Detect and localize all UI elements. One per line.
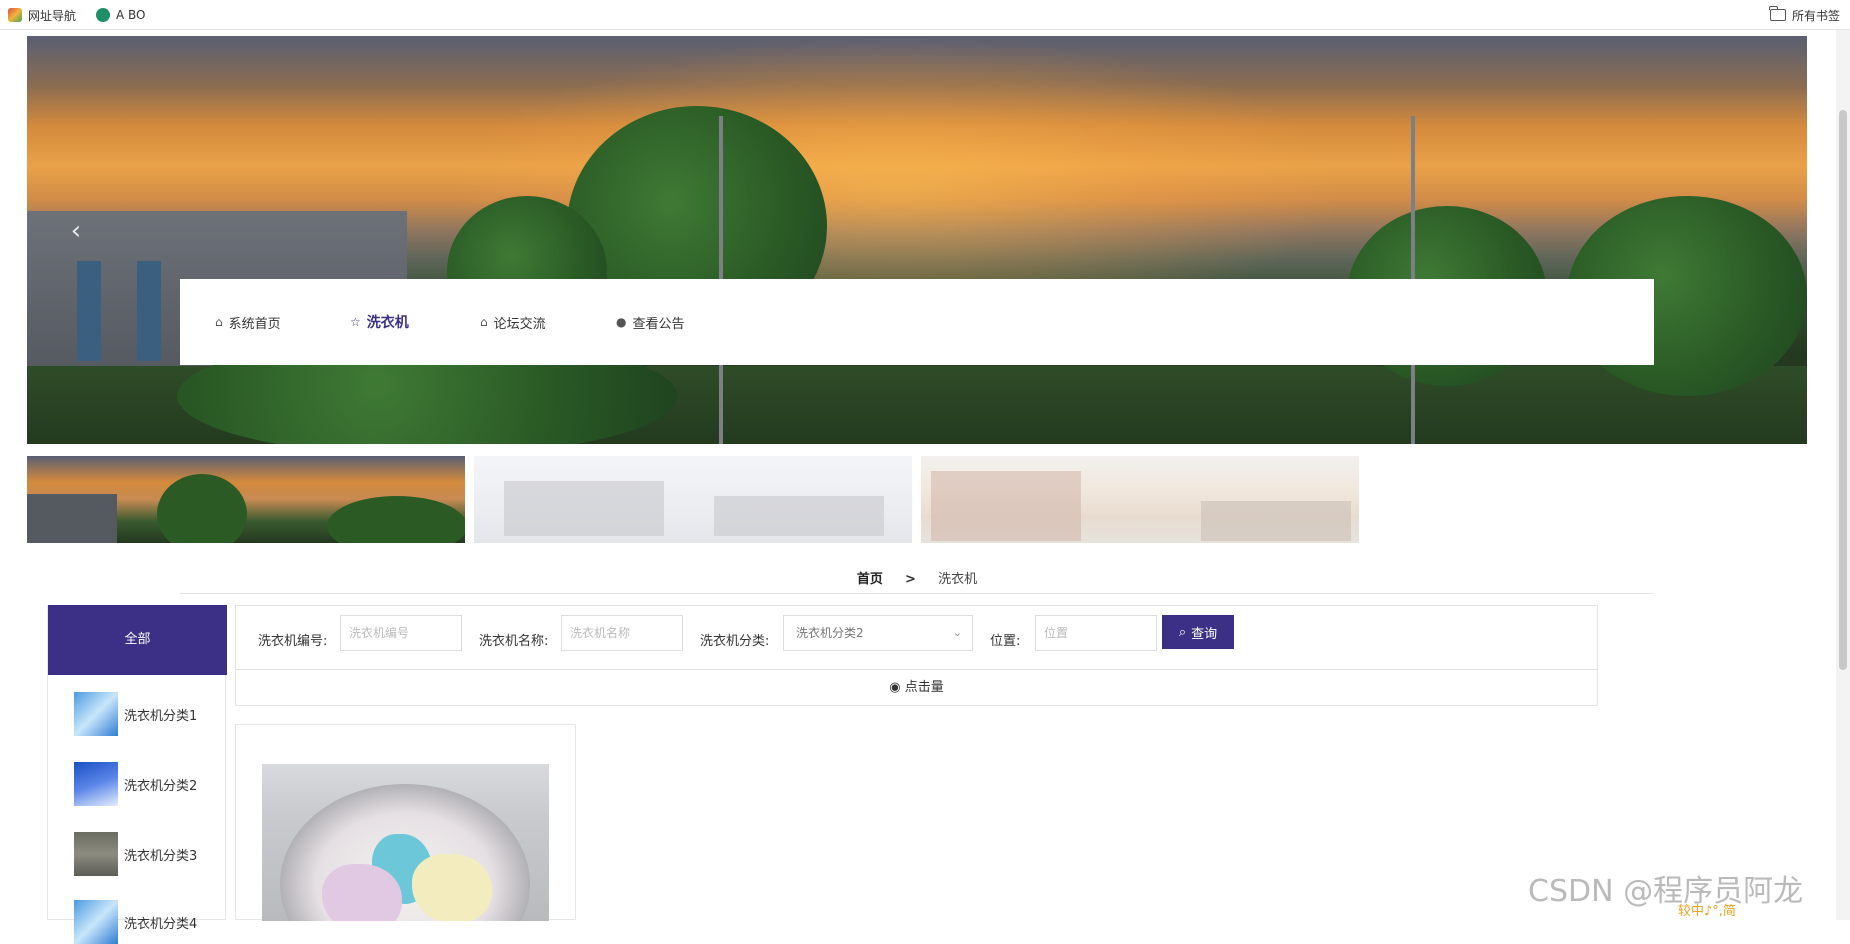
sort-label: 点击量	[904, 680, 944, 695]
category-thumbnail	[74, 900, 118, 944]
category-item-1[interactable]: 洗衣机分类1	[74, 692, 224, 736]
category-item-4[interactable]: 洗衣机分类4	[74, 900, 224, 944]
carousel-thumbnail-3[interactable]	[921, 456, 1359, 543]
category-thumbnail	[74, 692, 118, 736]
nav-item-label: 洗衣机	[366, 315, 409, 331]
product-image	[262, 764, 549, 921]
number-label: 洗衣机编号:	[258, 634, 328, 649]
breadcrumb: 首页 > 洗衣机	[180, 568, 1654, 594]
category-select-value: 洗衣机分类2	[796, 626, 864, 640]
category-label: 洗衣机分类3	[124, 848, 198, 864]
bookmark-a-bo[interactable]: A BO	[96, 7, 146, 23]
name-label: 洗衣机名称:	[479, 634, 549, 649]
app-icon	[96, 8, 110, 22]
nav-item-label: 查看公告	[632, 316, 685, 332]
category-select[interactable]: 洗衣机分类2 ⌄	[783, 615, 973, 651]
search-panel: 洗衣机编号: 洗衣机名称: 洗衣机分类: 洗衣机分类2 ⌄ 位置: ⌕ 查询 ◉…	[235, 605, 1598, 706]
nav-item-notice[interactable]: ● 查看公告	[616, 313, 685, 332]
product-card[interactable]	[235, 724, 576, 921]
breadcrumb-separator: >	[905, 572, 916, 587]
chevron-down-icon: ⌄	[952, 626, 962, 639]
page-scrollbar[interactable]	[1836, 30, 1850, 920]
bookmark-label: 网址导航	[28, 8, 77, 23]
search-filters: 洗衣机编号: 洗衣机名称: 洗衣机分类: 洗衣机分类2 ⌄ 位置: ⌕ 查询	[236, 606, 1597, 670]
search-icon: ⌕	[1178, 624, 1187, 640]
carousel-prev-button[interactable]: ‹	[63, 216, 89, 246]
query-button[interactable]: ⌕ 查询	[1162, 615, 1234, 649]
carousel-next-button[interactable]: ›	[1803, 216, 1807, 246]
category-label: 洗衣机分类:	[700, 634, 770, 649]
category-sidebar: 全部 洗衣机分类1 洗衣机分类2 洗衣机分类3 洗衣机分类4	[47, 605, 227, 944]
location-label: 位置:	[990, 634, 1021, 649]
bookmark-label: A BO	[116, 8, 146, 22]
ime-status-bar: 较中♪°,简	[1678, 904, 1736, 919]
category-label: 洗衣机分类1	[124, 708, 198, 724]
number-input[interactable]	[340, 615, 462, 651]
home-nav-icon	[8, 8, 22, 22]
category-item-2[interactable]: 洗衣机分类2	[74, 762, 224, 806]
home-icon: ⌂	[215, 315, 223, 329]
star-icon: ☆	[350, 315, 361, 329]
bookmarks-bar: 网址导航 A BO 所有书签	[0, 0, 1850, 30]
all-bookmarks-label: 所有书签	[1791, 8, 1840, 23]
sort-by-clicks[interactable]: ◉ 点击量	[236, 670, 1597, 706]
banner-carousel: ‹ ›	[27, 36, 1807, 444]
nav-item-home[interactable]: ⌂ 系统首页	[215, 313, 281, 332]
nav-item-forum[interactable]: ⌂ 论坛交流	[480, 313, 546, 332]
location-input[interactable]	[1035, 615, 1157, 651]
eye-icon: ◉	[889, 680, 901, 695]
bookmark-site-nav[interactable]: 网址导航	[8, 7, 76, 23]
folder-icon	[1769, 6, 1786, 21]
category-all[interactable]: 全部	[48, 605, 227, 675]
nav-item-label: 论坛交流	[493, 316, 546, 332]
all-bookmarks[interactable]: 所有书签	[1769, 6, 1840, 23]
nav-item-washing-machine[interactable]: ☆ 洗衣机	[350, 313, 409, 331]
breadcrumb-current: 洗衣机	[938, 572, 978, 587]
carousel-thumbnail-2[interactable]	[474, 456, 912, 543]
scrollbar-thumb[interactable]	[1839, 110, 1847, 670]
main-nav: ⌂ 系统首页 ☆ 洗衣机 ⌂ 论坛交流 ● 查看公告	[180, 279, 1654, 365]
category-label: 洗衣机分类4	[124, 916, 198, 932]
carousel-thumbnail-1[interactable]	[27, 456, 465, 543]
info-icon: ●	[616, 315, 627, 329]
breadcrumb-home[interactable]: 首页	[857, 568, 883, 587]
category-item-3[interactable]: 洗衣机分类3	[74, 832, 224, 876]
category-thumbnail	[74, 832, 118, 876]
category-label: 洗衣机分类2	[124, 778, 198, 794]
category-thumbnail	[74, 762, 118, 806]
bag-icon: ⌂	[480, 315, 488, 329]
nav-item-label: 系统首页	[228, 316, 281, 332]
name-input[interactable]	[561, 615, 683, 651]
query-button-label: 查询	[1191, 626, 1218, 642]
